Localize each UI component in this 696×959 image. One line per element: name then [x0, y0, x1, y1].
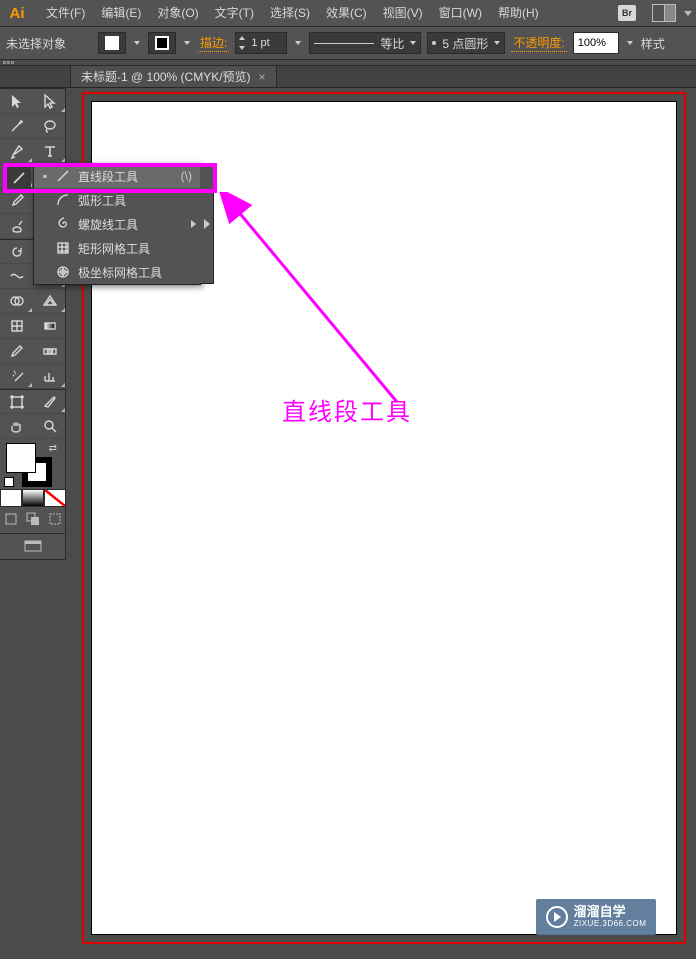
document-tab-close-icon[interactable]: × — [259, 70, 266, 84]
blend-tool[interactable] — [33, 339, 66, 364]
type-tool[interactable] — [33, 139, 66, 164]
opacity-dropdown[interactable] — [625, 32, 635, 54]
selection-tool[interactable] — [0, 89, 33, 114]
flyout-item-label: 螺旋线工具 — [78, 216, 138, 233]
blob-brush-tool[interactable] — [0, 214, 33, 239]
flyout-item-label: 弧形工具 — [78, 192, 126, 209]
lasso-tool[interactable] — [33, 114, 66, 139]
opacity-value[interactable]: 100% — [573, 32, 619, 54]
style-label: 样式 — [641, 35, 665, 52]
submenu-arrow-icon — [191, 220, 196, 228]
perspective-grid-tool[interactable] — [33, 289, 66, 314]
hand-tool[interactable] — [0, 414, 33, 439]
color-mode-none[interactable] — [44, 489, 66, 507]
flyout-item-shortcut: (\) — [181, 169, 192, 183]
stroke-dropdown[interactable] — [182, 32, 192, 54]
default-fill-stroke-icon[interactable] — [4, 477, 14, 487]
color-mode-row — [0, 489, 65, 507]
flyout-polar-grid-tool[interactable]: 极坐标网格工具 — [34, 260, 200, 284]
screen-mode-button[interactable] — [0, 533, 65, 559]
shape-builder-tool[interactable] — [0, 289, 33, 314]
selection-status: 未选择对象 — [6, 35, 92, 52]
fill-swatch[interactable] — [98, 32, 126, 54]
watermark-play-icon — [546, 906, 568, 928]
fill-dropdown[interactable] — [132, 32, 142, 54]
stroke-weight-dropdown[interactable] — [293, 32, 303, 54]
watermark-title: 溜溜自学 — [574, 905, 647, 919]
watermark: 溜溜自学 ZIXUE.3D66.COM — [536, 899, 656, 935]
brush-definition[interactable]: 5 点圆形 — [427, 32, 505, 54]
flyout-selected-marker-icon: ▪ — [42, 169, 48, 183]
app-logo: Ai — [4, 3, 30, 23]
fill-color-icon[interactable] — [6, 443, 36, 473]
document-tab[interactable]: 未标题-1 @ 100% (CMYK/预览) × — [70, 65, 277, 87]
dock-grip[interactable] — [0, 60, 696, 66]
paintbrush-tool[interactable] — [0, 189, 33, 214]
color-mode-solid[interactable] — [0, 489, 22, 507]
eyedropper-tool[interactable] — [0, 339, 33, 364]
watermark-url: ZIXUE.3D66.COM — [574, 920, 647, 929]
color-mode-gradient[interactable] — [22, 489, 44, 507]
line-tool-flyout: ▪ 直线段工具 (\) 弧形工具 螺旋线工具 矩形网格工具 极坐标网格工具 — [33, 163, 201, 285]
stroke-swatch[interactable] — [148, 32, 176, 54]
stroke-weight-field[interactable] — [235, 32, 287, 54]
draw-mode-row — [0, 509, 65, 529]
menubar: Ai 文件(F) 编辑(E) 对象(O) 文字(T) 选择(S) 效果(C) 视… — [0, 0, 696, 27]
swap-fill-stroke-icon[interactable]: ⇄ — [49, 443, 57, 454]
flyout-item-label: 直线段工具 — [78, 168, 138, 185]
menu-view[interactable]: 视图(V) — [375, 0, 431, 27]
slice-tool[interactable] — [33, 389, 66, 414]
flyout-rectangular-grid-tool[interactable]: 矩形网格工具 — [34, 236, 200, 260]
stroke-label[interactable]: 描边: — [198, 34, 229, 52]
direct-selection-tool[interactable] — [33, 89, 66, 114]
width-tool[interactable] — [0, 264, 33, 289]
document-tab-row: 未标题-1 @ 100% (CMYK/预览) × — [0, 66, 696, 88]
menu-file[interactable]: 文件(F) — [38, 0, 93, 27]
variable-width-label: 等比 — [380, 35, 404, 52]
flyout-tearoff-handle[interactable] — [200, 164, 214, 284]
stroke-weight-up[interactable] — [236, 33, 248, 43]
pen-tool[interactable] — [0, 139, 33, 164]
menu-type[interactable]: 文字(T) — [207, 0, 262, 27]
column-graph-tool[interactable] — [33, 364, 66, 389]
flyout-line-segment-tool[interactable]: ▪ 直线段工具 (\) — [34, 164, 200, 188]
draw-normal-icon[interactable] — [0, 509, 22, 529]
menu-select[interactable]: 选择(S) — [262, 0, 318, 27]
bridge-icon[interactable]: Br — [618, 5, 636, 21]
opacity-label[interactable]: 不透明度: — [511, 34, 566, 52]
artboard-tool[interactable] — [0, 389, 33, 414]
document-tab-title: 未标题-1 @ 100% (CMYK/预览) — [81, 68, 251, 85]
zoom-tool[interactable] — [33, 414, 66, 439]
menu-edit[interactable]: 编辑(E) — [93, 0, 149, 27]
arrange-documents-icon[interactable] — [652, 4, 676, 22]
flyout-item-label: 极坐标网格工具 — [78, 264, 162, 281]
mesh-tool[interactable] — [0, 314, 33, 339]
menu-help[interactable]: 帮助(H) — [490, 0, 547, 27]
flyout-arc-tool[interactable]: 弧形工具 — [34, 188, 200, 212]
symbol-sprayer-tool[interactable] — [0, 364, 33, 389]
brush-definition-label: 5 点圆形 — [442, 35, 488, 52]
options-bar: 未选择对象 描边: 等比 5 点圆形 不透明度: 100% 样式 — [0, 27, 696, 60]
variable-width-profile[interactable]: 等比 — [309, 32, 421, 54]
flyout-item-label: 矩形网格工具 — [78, 240, 150, 257]
menu-effect[interactable]: 效果(C) — [318, 0, 375, 27]
line-segment-tool-active[interactable] — [7, 167, 31, 189]
arrange-documents-dropdown[interactable] — [684, 11, 692, 16]
draw-inside-icon[interactable] — [44, 509, 66, 529]
stroke-weight-input[interactable] — [248, 37, 286, 49]
flyout-spiral-tool[interactable]: 螺旋线工具 — [34, 212, 200, 236]
toolbox: ⇄ — [0, 88, 66, 560]
draw-behind-icon[interactable] — [22, 509, 44, 529]
menu-window[interactable]: 窗口(W) — [431, 0, 490, 27]
fill-stroke-control[interactable]: ⇄ — [0, 439, 65, 489]
menu-object[interactable]: 对象(O) — [149, 0, 206, 27]
annotation-text: 直线段工具 — [282, 392, 412, 427]
magic-wand-tool[interactable] — [0, 114, 33, 139]
gradient-tool[interactable] — [33, 314, 66, 339]
stroke-weight-down[interactable] — [236, 43, 248, 53]
rotate-tool[interactable] — [0, 239, 33, 264]
